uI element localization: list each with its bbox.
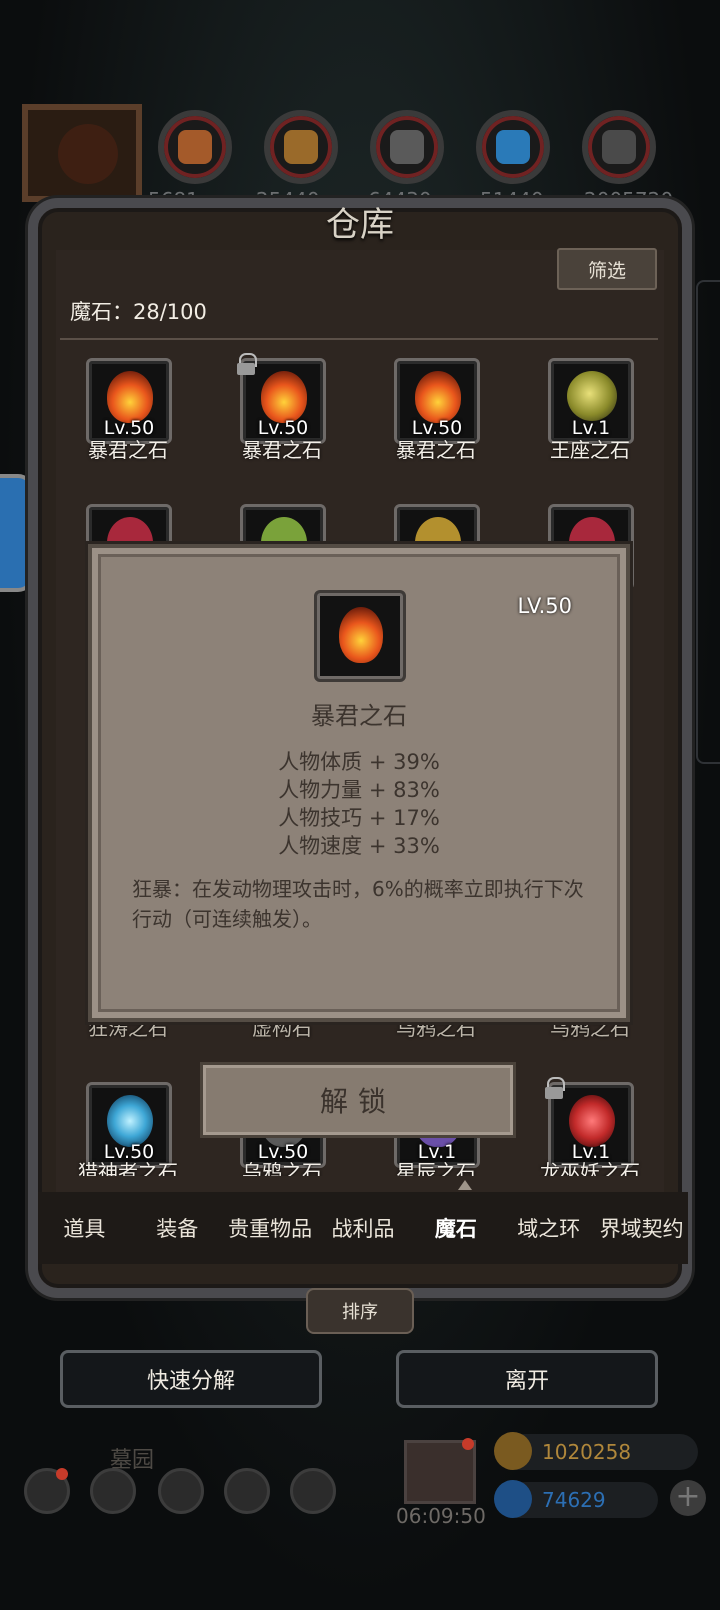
tab-loot[interactable]: 战利品 (317, 1192, 410, 1264)
leave-button[interactable]: 离开 (396, 1350, 658, 1408)
stat-line: 人物速度 + 33% (278, 834, 440, 858)
gem-value: 74629 (542, 1488, 606, 1512)
stat-line: 人物技巧 + 17% (278, 806, 440, 830)
item-slot[interactable]: Lv.1 (548, 358, 634, 444)
resource-orb-4 (476, 110, 550, 184)
gem-icon (569, 1095, 615, 1147)
bottom-bar: 墓园 06:09:50 1020258 74629 + (0, 1420, 720, 1610)
gem-icon (107, 1095, 153, 1147)
item-slot[interactable]: Lv.50 (86, 358, 172, 444)
item-slot[interactable]: Lv.50 (237, 353, 326, 444)
gift-timer: 06:09:50 (396, 1504, 486, 1528)
item-name: 王座之石 (550, 438, 630, 462)
notification-dot (462, 1438, 474, 1450)
quick-decompose-button[interactable]: 快速分解 (60, 1350, 322, 1408)
gem-currency-icon (494, 1480, 532, 1518)
tooltip-level: LV.50 (517, 594, 572, 618)
unlock-button[interactable]: 解锁 (200, 1062, 516, 1138)
portrait-figure (58, 124, 118, 184)
filter-button[interactable]: 筛选 (557, 248, 657, 290)
item-tooltip: LV.50 暴君之石 人物体质 + 39% 人物力量 + 83% 人物技巧 + … (88, 544, 630, 1022)
tooltip-item-name: 暴君之石 (311, 702, 407, 730)
tooltip-description: 狂暴：在发动物理攻击时，6%的概率立即执行下次行动（可连续触发）。 (132, 877, 584, 931)
gem-currency: 74629 (494, 1480, 658, 1518)
gem-icon (107, 371, 153, 423)
gem-icon (261, 371, 307, 423)
tab-valuables[interactable]: 贵重物品 (224, 1192, 317, 1264)
lock-icon (545, 1077, 565, 1099)
add-currency-icon[interactable]: + (670, 1480, 706, 1516)
sort-button[interactable]: 排序 (306, 1288, 414, 1334)
tab-items[interactable]: 道具 (38, 1192, 131, 1264)
tooltip-item-slot (314, 590, 406, 682)
item-name: 星辰之石 (396, 1160, 476, 1176)
gold-value: 1020258 (542, 1440, 632, 1464)
magic-stone-count: 魔石：28/100 (70, 300, 207, 324)
gold-currency: 1020258 (494, 1432, 698, 1470)
tab-domain-ring[interactable]: 域之环 (502, 1192, 595, 1264)
panel-title: 仓库 (326, 204, 394, 245)
mail-icon[interactable] (224, 1468, 270, 1514)
gem-icon (339, 607, 383, 663)
divider (60, 338, 658, 340)
tab-magic-stones[interactable]: 魔石 (409, 1192, 502, 1264)
item-name: 暴君之石 (396, 438, 476, 462)
active-tab-indicator (458, 1180, 472, 1190)
item-name: 龙巫妖之石 (540, 1160, 640, 1176)
tab-realm-contract[interactable]: 界域契约 (595, 1192, 688, 1264)
gem-icon (567, 371, 617, 421)
item-name: 猎神者之石 (78, 1160, 178, 1176)
item-name: 暴君之石 (242, 438, 322, 462)
side-menu-edge (696, 280, 720, 764)
map-icon[interactable] (158, 1468, 204, 1514)
notification-dot (56, 1468, 68, 1480)
resource-orb-5 (582, 110, 656, 184)
item-slot[interactable]: Lv.50 (394, 358, 480, 444)
player-portrait[interactable] (22, 104, 142, 202)
gold-icon (494, 1432, 532, 1470)
stat-line: 人物力量 + 83% (278, 778, 440, 802)
gem-icon (415, 371, 461, 423)
category-tabs: 道具 装备 贵重物品 战利品 魔石 域之环 界域契约 (38, 1192, 688, 1264)
tooltip-stats: 人物体质 + 39% 人物力量 + 83% 人物技巧 + 17% 人物速度 + … (92, 748, 626, 860)
tab-equipment[interactable]: 装备 (131, 1192, 224, 1264)
emblem-icon[interactable] (90, 1468, 136, 1514)
resource-orb-1 (158, 110, 232, 184)
resource-orb-3 (370, 110, 444, 184)
resource-orb-2 (264, 110, 338, 184)
item-name: 暴君之石 (88, 438, 168, 462)
item-name: 乌鸦之石 (242, 1160, 322, 1176)
stat-line: 人物体质 + 39% (278, 750, 440, 774)
lock-icon (237, 353, 257, 375)
cube-icon[interactable] (290, 1468, 336, 1514)
